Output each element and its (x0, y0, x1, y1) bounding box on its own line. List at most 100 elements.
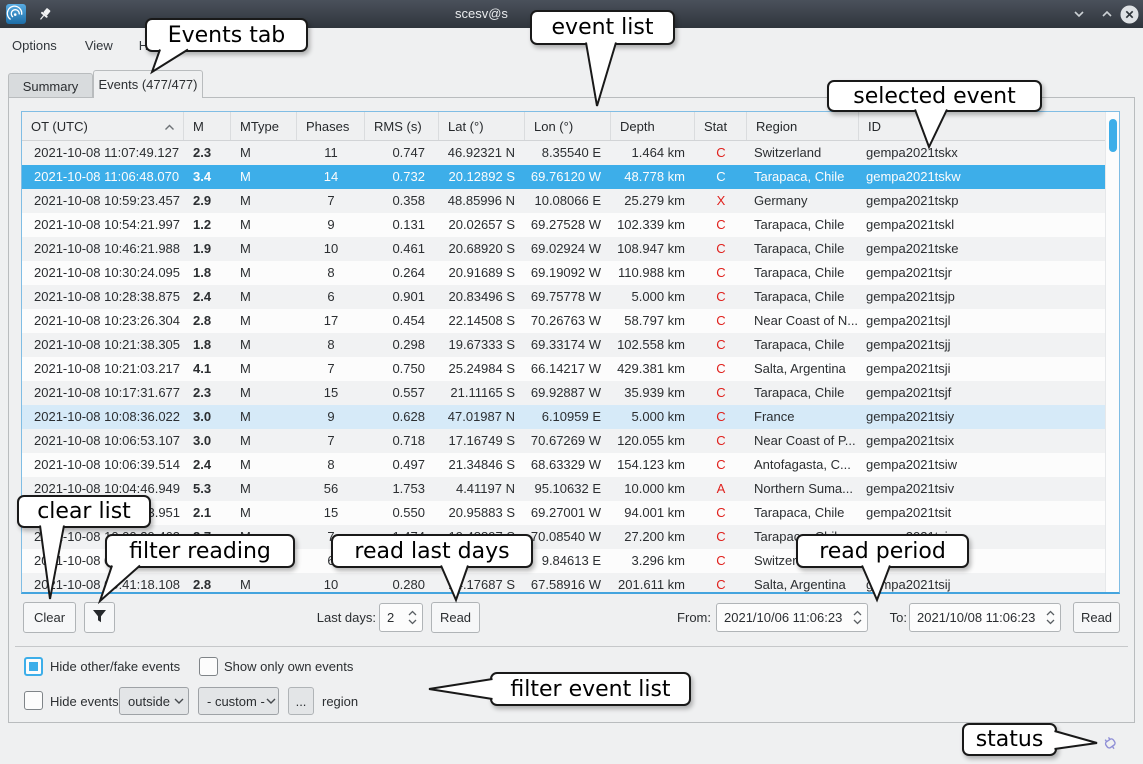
callout-read-last-days: read last days (331, 534, 533, 568)
filter-reading-button[interactable] (84, 602, 115, 633)
cell-mtype: M (231, 453, 297, 477)
cell-id: gempa2021tsit (859, 501, 1105, 525)
minimize-button[interactable] (1068, 3, 1090, 25)
cell-lon: 66.14217 W (525, 357, 611, 381)
spinner-arrows-icon[interactable] (1040, 610, 1060, 625)
cell-lon: 69.27001 W (525, 501, 611, 525)
cell-depth: 154.123 km (611, 453, 695, 477)
column-header-mtype[interactable]: MType (231, 112, 297, 140)
table-row[interactable]: 2021-10-08 10:30:24.0951.8M80.26420.9168… (22, 261, 1105, 285)
column-header-stat[interactable]: Stat (695, 112, 747, 140)
last-days-spinbox[interactable]: 2 (379, 603, 423, 632)
cell-depth: 3.296 km (611, 549, 695, 573)
column-header-m[interactable]: M (184, 112, 231, 140)
spinner-arrows-icon[interactable] (847, 610, 867, 625)
table-row[interactable]: 2021-10-08 10:28:38.8752.4M60.90120.8349… (22, 285, 1105, 309)
column-header-rms[interactable]: RMS (s) (365, 112, 439, 140)
region-preset-dropdown[interactable]: - custom - (198, 687, 279, 715)
spinner-arrows-icon[interactable] (402, 610, 422, 625)
cell-rms: 0.732 (365, 165, 439, 189)
read-last-days-button[interactable]: Read (431, 602, 480, 633)
tab-summary[interactable]: Summary (8, 73, 93, 98)
scrollbar-thumb[interactable] (1109, 119, 1117, 152)
table-row[interactable]: 2021-10-08 10:06:39.5142.4M80.49721.3484… (22, 453, 1105, 477)
cell-id: gempa2021tsiy (859, 405, 1105, 429)
maximize-button[interactable] (1096, 3, 1118, 25)
table-row[interactable]: 2021-10-08 10:54:21.9971.2M90.13120.0265… (22, 213, 1105, 237)
vertical-scrollbar[interactable] (1105, 112, 1119, 592)
cell-region: Tarapaca, Chile (747, 213, 859, 237)
table-row[interactable]: 2021-10-08 10:08:36.0223.0M90.62847.0198… (22, 405, 1105, 429)
cell-mtype: M (231, 261, 297, 285)
inside-outside-dropdown[interactable]: outside (119, 687, 189, 715)
table-row[interactable]: 2021-10-08 10:21:38.3051.8M80.29819.6733… (22, 333, 1105, 357)
table-row[interactable]: 2021-10-08 10:59:23.4572.9M70.35848.8599… (22, 189, 1105, 213)
cell-rms: 0.264 (365, 261, 439, 285)
menu-view[interactable]: View (83, 34, 115, 57)
column-header-phases[interactable]: Phases (297, 112, 365, 140)
cell-stat: C (695, 405, 747, 429)
connection-status-icon[interactable] (1100, 733, 1120, 753)
cell-m: 2.1 (184, 501, 231, 525)
table-row[interactable]: 2021-10-08 10:04:46.9495.3M561.7534.4119… (22, 477, 1105, 501)
cell-phases: 14 (297, 165, 365, 189)
cell-rms: 1.753 (365, 477, 439, 501)
cell-rms: 0.280 (365, 573, 439, 594)
tab-events[interactable]: Events (477/477) (93, 70, 203, 98)
hide-other-fake-events-checkbox[interactable] (24, 657, 43, 676)
read-period-button[interactable]: Read (1073, 602, 1120, 633)
column-header-depth[interactable]: Depth (611, 112, 695, 140)
chevron-down-icon (265, 697, 278, 705)
from-datetime-field[interactable]: 2021/10/06 11:06:23 (716, 603, 868, 632)
show-only-own-events-checkbox[interactable] (199, 657, 218, 676)
cell-rms: 0.747 (365, 141, 439, 165)
region-more-button[interactable]: ... (288, 687, 314, 715)
cell-id: gempa2021tsij (859, 573, 1105, 594)
cell-ot: 2021-10-08 10:06:53.107 (22, 429, 184, 453)
cell-stat: C (695, 525, 747, 549)
to-datetime-field[interactable]: 2021/10/08 11:06:23 (909, 603, 1061, 632)
menu-options[interactable]: Options (10, 34, 59, 57)
column-header-lat[interactable]: Lat (°) (439, 112, 525, 140)
column-header-region[interactable]: Region (747, 112, 859, 140)
pin-icon[interactable] (36, 5, 54, 23)
hide-events-checkbox[interactable] (24, 691, 43, 710)
table-row[interactable]: 2021-10-08 10:23:26.3042.8M170.45422.145… (22, 309, 1105, 333)
cell-ot: 2021-10-08 10:28:38.875 (22, 285, 184, 309)
table-row[interactable]: 2021-10-08 11:06:48.0703.4M140.73220.128… (22, 165, 1105, 189)
column-header-label: Lon (°) (534, 119, 573, 134)
cell-phases: 10 (297, 573, 365, 594)
table-row[interactable]: 2021-10-08 10:06:53.1073.0M70.71817.1674… (22, 429, 1105, 453)
cell-id: gempa2021tskp (859, 189, 1105, 213)
last-days-label: Last days: (281, 610, 376, 625)
cell-lat: 4.41197 N (439, 477, 525, 501)
table-row[interactable]: 2021-10-08 11:07:49.1272.3M110.74746.923… (22, 141, 1105, 165)
cell-lon: 69.27528 W (525, 213, 611, 237)
callout-tail (1055, 731, 1098, 749)
events-panel: OT (UTC)MMTypePhasesRMS (s)Lat (°)Lon (°… (8, 97, 1135, 723)
cell-stat: C (695, 357, 747, 381)
cell-mtype: M (231, 213, 297, 237)
column-header-lon[interactable]: Lon (°) (525, 112, 611, 140)
cell-depth: 1.464 km (611, 141, 695, 165)
table-row[interactable]: 2021-10-08 10:21:03.2174.1M70.75025.2498… (22, 357, 1105, 381)
cell-phases: 56 (297, 477, 365, 501)
close-button[interactable] (1118, 3, 1140, 25)
column-header-ot[interactable]: OT (UTC) (22, 112, 184, 140)
table-row[interactable]: 2021-10-08 10:46:21.9881.9M100.46120.689… (22, 237, 1105, 261)
cell-ot: 2021-10-08 10:21:03.217 (22, 357, 184, 381)
cell-phases: 7 (297, 357, 365, 381)
table-row[interactable]: 2021-10-08 10:03:23.9512.1M150.55020.958… (22, 501, 1105, 525)
cell-phases: 9 (297, 213, 365, 237)
table-row[interactable]: 2021-10-08 09:41:18.1082.8M100.28024.176… (22, 573, 1105, 594)
cell-lat: 21.34846 S (439, 453, 525, 477)
cell-depth: 25.279 km (611, 189, 695, 213)
callout-filter-event-list: filter event list (490, 672, 691, 706)
from-label: From: (665, 610, 711, 625)
column-header-id[interactable]: ID (859, 112, 1105, 140)
cell-lat: 20.68920 S (439, 237, 525, 261)
cell-lon: 69.19092 W (525, 261, 611, 285)
table-row[interactable]: 2021-10-08 10:17:31.6772.3M150.55721.111… (22, 381, 1105, 405)
clear-button[interactable]: Clear (23, 602, 76, 633)
callout-status: status (962, 723, 1057, 756)
